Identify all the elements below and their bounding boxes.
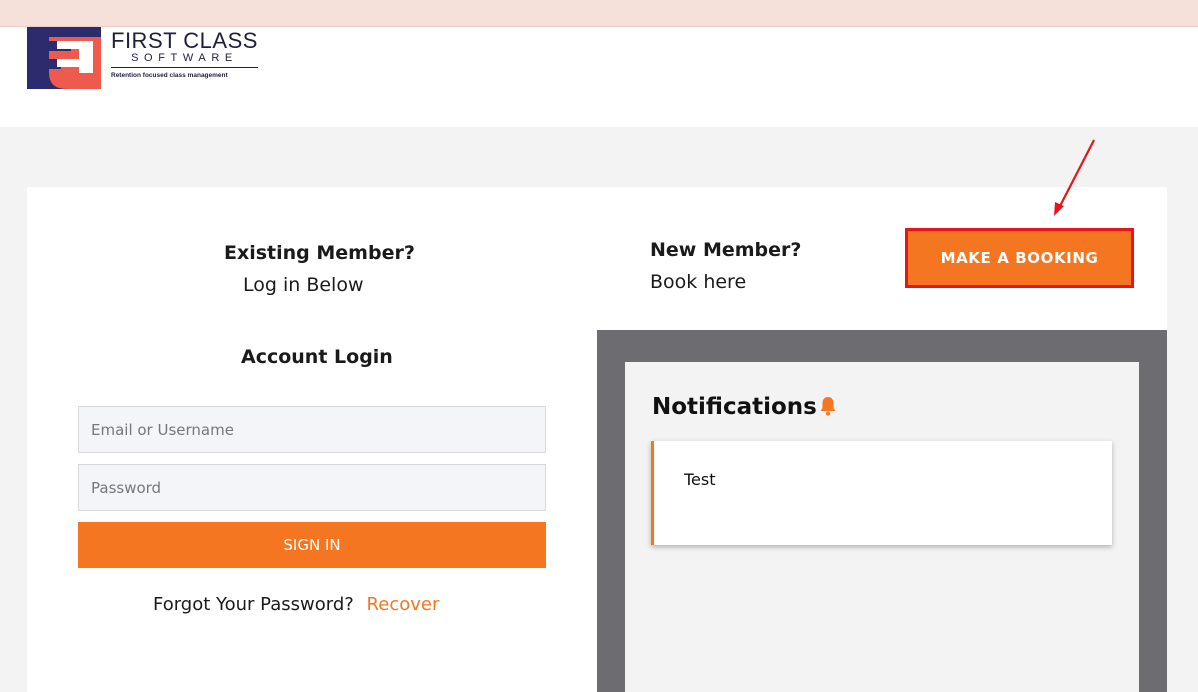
forgot-password-text: Forgot Your Password?: [153, 594, 354, 615]
email-input[interactable]: [78, 406, 546, 453]
new-member-title: New Member?: [650, 239, 802, 261]
top-banner: [0, 0, 1198, 27]
notifications-title-text: Notifications: [652, 394, 817, 420]
bell-icon: [820, 396, 836, 415]
notification-item: [651, 441, 1112, 545]
annotation-arrow-icon: [1054, 139, 1095, 216]
password-input[interactable]: [78, 464, 546, 511]
notification-item-text: Test: [684, 470, 716, 489]
new-member-subtitle: Book here: [650, 271, 747, 293]
brand-tagline: Retention focused class management: [111, 72, 228, 79]
notifications-title: Notifications: [652, 394, 837, 420]
logo-mark-icon: [27, 27, 101, 89]
account-login-title: Account Login: [241, 346, 393, 368]
recover-link[interactable]: Recover: [367, 594, 440, 615]
make-booking-button[interactable]: MAKE A BOOKING: [905, 228, 1134, 288]
sign-in-button[interactable]: SIGN IN: [78, 522, 546, 568]
brand-name: FIRST CLASS: [111, 28, 258, 53]
existing-member-subtitle: Log in Below: [243, 274, 364, 296]
existing-member-title: Existing Member?: [224, 242, 415, 264]
brand-logo[interactable]: FIRST CLASS SOFTWARE Retention focused c…: [27, 27, 267, 89]
forgot-password: Forgot Your Password? Recover: [153, 594, 439, 615]
brand-sub: SOFTWARE: [111, 52, 258, 68]
